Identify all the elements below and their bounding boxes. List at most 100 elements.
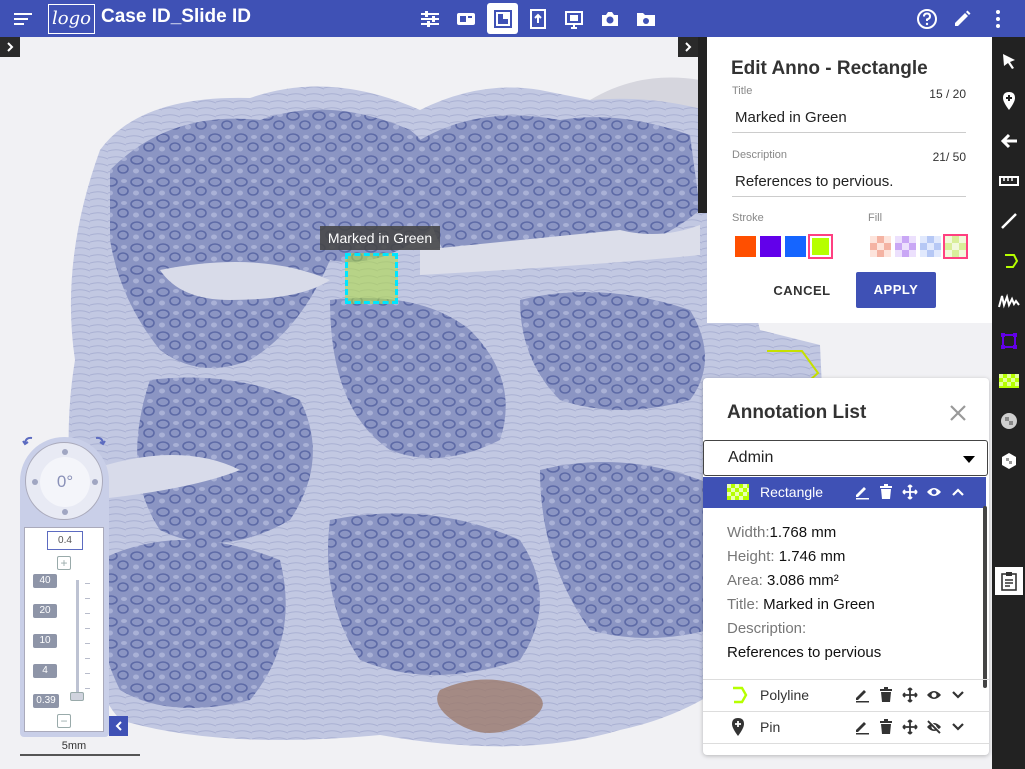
eye-icon (927, 488, 941, 496)
detail-width-value: 1.768 mm (769, 524, 837, 541)
transform-tool[interactable] (992, 323, 1025, 359)
zoom-panel: 0.4 + 40 20 10 4 0.39 − (24, 527, 104, 732)
more-menu-button[interactable] (985, 6, 1011, 32)
title-input[interactable] (732, 103, 966, 133)
annotation-owner-select[interactable]: Admin (703, 440, 988, 476)
slide-label-button[interactable] (452, 5, 480, 33)
line-tool[interactable] (992, 203, 1025, 239)
collapse-zoom-button[interactable] (109, 716, 128, 736)
pin-icon (1002, 92, 1015, 110)
detail-width: Width:1.768 mm (727, 524, 836, 541)
zoom-preset-4[interactable]: 4 (33, 664, 57, 678)
zoom-value-input[interactable]: 0.4 (47, 531, 83, 550)
move-annotation-button[interactable] (901, 686, 919, 704)
ruler-tool[interactable] (992, 163, 1025, 199)
detail-area-key: Area: (727, 572, 768, 589)
camera-button[interactable] (596, 5, 624, 33)
scale-bar (20, 754, 140, 756)
move-annotation-button[interactable] (901, 718, 919, 736)
zoom-tick-mark (85, 673, 90, 674)
zoom-tick-mark (85, 583, 90, 584)
rotation-dot (62, 449, 68, 455)
rectangle-annotation[interactable] (345, 253, 398, 304)
annotation-item-label: Pin (760, 719, 781, 735)
fill-color-light-lime[interactable] (943, 234, 968, 259)
expand-annotation-button[interactable] (949, 718, 967, 736)
slide-label-icon (457, 13, 475, 25)
annotation-item-pin[interactable]: Pin (703, 712, 986, 743)
zoom-in-button[interactable]: + (57, 556, 71, 570)
description-input[interactable] (732, 167, 966, 197)
hexagon-tool[interactable] (992, 443, 1025, 479)
rotate-left-icon[interactable] (22, 435, 34, 447)
stroke-color-lime[interactable] (808, 234, 833, 259)
zoom-preset-10[interactable]: 10 (33, 634, 57, 648)
delete-annotation-button[interactable] (877, 718, 895, 736)
move-annotation-button[interactable] (901, 483, 919, 501)
expand-left-panel-button[interactable] (0, 37, 20, 57)
polygon-tool[interactable] (992, 243, 1025, 279)
zoom-tick-mark (85, 688, 90, 689)
fullscreen-icon (565, 11, 583, 29)
delete-annotation-button[interactable] (877, 483, 895, 501)
delete-annotation-button[interactable] (877, 686, 895, 704)
collapse-annotation-button[interactable] (949, 483, 967, 501)
slide-viewer-app: Marked in Green logo Case ID_Slide ID Ed… (0, 0, 1025, 769)
edit-button[interactable] (949, 6, 975, 32)
detail-height-key: Height: (727, 548, 779, 565)
report-tool[interactable] (995, 567, 1023, 595)
details-scrollbar[interactable] (983, 506, 987, 688)
zoom-slider-thumb[interactable] (70, 692, 84, 701)
folder-camera-button[interactable] (632, 5, 660, 33)
hexagon-checker-tool[interactable] (992, 403, 1025, 439)
chevron-left-icon (115, 721, 122, 731)
zoom-preset-20[interactable]: 20 (33, 604, 57, 618)
logo[interactable]: logo (48, 4, 95, 34)
zoom-preset-40[interactable]: 40 (33, 574, 57, 588)
annotation-upload-button[interactable] (524, 5, 552, 33)
zoom-tick-mark (85, 598, 90, 599)
checker-fill-tool[interactable] (992, 363, 1025, 399)
freehand-tool[interactable] (992, 283, 1025, 319)
layout-single-button[interactable] (487, 3, 518, 34)
pencil-icon (955, 10, 971, 26)
zoom-preset-0-39[interactable]: 0.39 (33, 694, 59, 708)
edit-annotation-button[interactable] (853, 686, 871, 704)
toggle-visibility-button[interactable] (925, 483, 943, 501)
settings-sliders-button[interactable] (416, 5, 444, 33)
help-button[interactable] (914, 6, 940, 32)
collapse-edit-panel-button[interactable] (678, 37, 698, 57)
chevron-right-icon (7, 42, 14, 52)
help-icon (917, 9, 937, 29)
detail-height-value: 1.746 mm (778, 548, 846, 565)
close-icon[interactable] (947, 402, 969, 424)
annotation-item-polyline[interactable]: Polyline (703, 680, 986, 711)
detail-width-key: Width: (727, 524, 770, 541)
edit-annotation-button[interactable] (853, 483, 871, 501)
scale-bar-label: 5mm (61, 740, 87, 752)
fill-color-peach[interactable] (870, 236, 891, 257)
annotation-item-rectangle[interactable]: Rectangle (703, 477, 986, 508)
zoom-slider-track[interactable] (76, 580, 79, 700)
menu-icon[interactable] (12, 8, 34, 30)
apply-button[interactable]: APPLY (856, 272, 936, 308)
toggle-visibility-button[interactable] (925, 686, 943, 704)
chevron-right-icon (685, 42, 692, 52)
zoom-tick-mark (85, 628, 90, 629)
fill-color-lavender[interactable] (895, 236, 916, 257)
rotate-right-icon[interactable] (94, 435, 106, 447)
toggle-visibility-button[interactable] (925, 718, 943, 736)
back-arrow-tool[interactable] (992, 123, 1025, 159)
zoom-out-button[interactable]: − (57, 714, 71, 728)
pin-tool[interactable] (992, 83, 1025, 119)
rotation-dial[interactable]: 0° (25, 442, 103, 520)
stroke-color-orange[interactable] (735, 236, 756, 257)
stroke-color-purple[interactable] (760, 236, 781, 257)
fill-color-light-blue[interactable] (920, 236, 941, 257)
expand-annotation-button[interactable] (949, 686, 967, 704)
cancel-button[interactable]: CANCEL (762, 274, 842, 308)
fullscreen-button[interactable] (560, 5, 588, 33)
pointer-tool[interactable] (992, 43, 1025, 79)
stroke-color-blue[interactable] (785, 236, 806, 257)
edit-annotation-button[interactable] (853, 718, 871, 736)
